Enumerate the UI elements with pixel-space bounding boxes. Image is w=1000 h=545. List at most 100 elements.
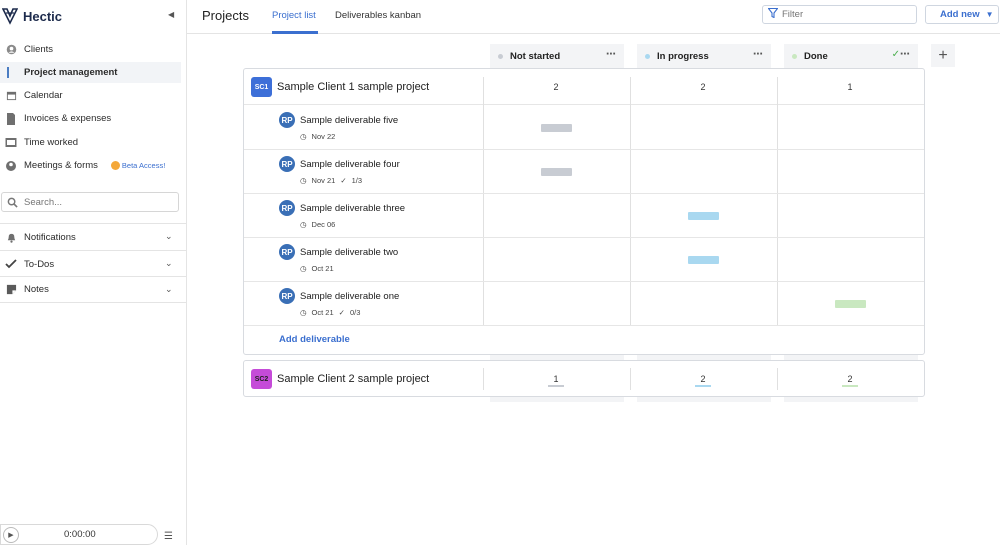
add-deliverable-link[interactable]: Add deliverable: [279, 334, 350, 345]
deliverable-row[interactable]: RP Sample deliverable five ◷ Nov 22: [244, 106, 924, 150]
sidebar-item-label: Clients: [24, 44, 54, 55]
chevron-down-icon[interactable]: ⌄: [165, 231, 173, 242]
count-not-started: 1: [553, 374, 559, 384]
project-card: SC2 Sample Client 2 sample project 1 2 2: [243, 360, 925, 397]
filter-box[interactable]: [762, 5, 917, 24]
search-input[interactable]: [24, 196, 164, 208]
count-in-progress: 2: [700, 82, 706, 92]
search-icon: [6, 196, 18, 208]
clock-icon: ◷: [300, 176, 307, 185]
collapse-sidebar-icon[interactable]: ◀: [168, 10, 174, 19]
column-label: Not started: [510, 50, 561, 62]
column-label: In progress: [657, 50, 709, 62]
deliverable-meta: ◷ Dec 06: [300, 220, 335, 229]
task-count: 0/3: [349, 308, 361, 317]
caret-down-icon: ▼: [985, 10, 994, 19]
section-notifications[interactable]: Notifications ⌄: [0, 223, 186, 250]
app-name: Hectic: [23, 8, 63, 24]
section-notes[interactable]: Notes ⌄: [0, 276, 186, 303]
column-label: Done: [804, 50, 828, 62]
task-count: 1/3: [351, 176, 363, 185]
status-dot: [792, 53, 797, 59]
play-icon[interactable]: ▶: [3, 526, 19, 543]
user-circle-icon: [5, 44, 17, 56]
clock-icon: ◷: [300, 220, 307, 229]
project-name[interactable]: Sample Client 1 sample project: [277, 81, 429, 93]
deliverable-name[interactable]: Sample deliverable three: [300, 203, 405, 214]
more-options-icon[interactable]: ⋯: [753, 49, 763, 60]
deliverable-name[interactable]: Sample deliverable one: [300, 291, 399, 302]
filter-input[interactable]: [782, 9, 902, 20]
column-header-not-started[interactable]: Not started ⋯: [490, 44, 624, 68]
app-logo[interactable]: Hectic: [2, 6, 62, 26]
sidebar-item-time-worked[interactable]: Time worked: [0, 132, 181, 153]
count-not-started: 2: [553, 82, 559, 92]
deliverable-row[interactable]: RP Sample deliverable two ◷ Oct 21: [244, 238, 924, 282]
add-new-button[interactable]: Add new ▼: [925, 5, 999, 24]
due-date: Dec 06: [311, 220, 336, 229]
column-header-in-progress[interactable]: In progress ⋯: [637, 44, 771, 68]
deliverable-row[interactable]: RP Sample deliverable three ◷ Dec 06: [244, 194, 924, 238]
top-bar: Projects Project list Deliverables kanba…: [187, 0, 1000, 34]
avatar: RP: [279, 156, 295, 172]
meeting-icon: [5, 160, 17, 172]
list-icon[interactable]: ☰: [164, 531, 173, 542]
chevron-down-icon[interactable]: ⌄: [165, 284, 173, 295]
project-icon: [5, 67, 17, 79]
active-tab-indicator: [272, 31, 318, 34]
deliverable-name[interactable]: Sample deliverable five: [300, 115, 398, 126]
section-label: Notifications: [24, 231, 76, 243]
column-header-done[interactable]: Done ✓ ⋯: [784, 44, 918, 68]
deliverable-row[interactable]: RP Sample deliverable one ◷ Oct 21 ✓ 0/3: [244, 282, 924, 326]
deliverable-name[interactable]: Sample deliverable two: [300, 247, 398, 258]
status-bar-done: [835, 300, 866, 308]
sidebar-item-clients[interactable]: Clients: [0, 39, 181, 60]
more-options-icon[interactable]: ⋯: [606, 49, 616, 60]
project-header[interactable]: SC1 Sample Client 1 sample project 2 2 1: [244, 69, 924, 105]
add-column-button[interactable]: +: [931, 44, 955, 67]
beta-label: Beta Access!: [121, 161, 166, 170]
due-date: Nov 22: [311, 132, 336, 141]
plus-icon: +: [938, 46, 948, 64]
check-icon: ✓: [340, 176, 347, 185]
deliverable-row[interactable]: RP Sample deliverable four ◷ Nov 21 ✓ 1/3: [244, 150, 924, 194]
sidebar-item-calendar[interactable]: Calendar: [0, 85, 181, 106]
chevron-down-icon[interactable]: ⌄: [165, 258, 173, 269]
project-name[interactable]: Sample Client 2 sample project: [277, 373, 429, 385]
timer-widget: ▶ 0:00:00: [0, 524, 158, 545]
status-underline-done: [842, 385, 858, 387]
hectic-logo-icon: [2, 8, 18, 25]
note-icon: [5, 284, 17, 296]
due-date: Oct 21: [311, 264, 334, 273]
deliverable-name[interactable]: Sample deliverable four: [300, 159, 400, 170]
sidebar-item-label: Invoices & expenses: [24, 113, 112, 124]
check-icon: ✓: [338, 308, 345, 317]
section-todos[interactable]: To-Dos ⌄: [0, 250, 186, 277]
status-bar-not-started: [541, 124, 572, 132]
project-header[interactable]: SC2 Sample Client 2 sample project 1 2 2: [244, 361, 924, 397]
due-date: Nov 21: [311, 176, 336, 185]
deliverable-meta: ◷ Nov 21 ✓ 1/3: [300, 176, 362, 185]
filter-icon: [767, 7, 779, 21]
deliverable-meta: ◷ Nov 22: [300, 132, 335, 141]
client-badge: SC2: [251, 369, 272, 389]
more-options-icon[interactable]: ⋯: [900, 49, 910, 60]
status-bar-not-started: [541, 168, 572, 176]
status-dot: [498, 53, 503, 59]
tab-project-list[interactable]: Project list: [272, 10, 316, 21]
sidebar-search[interactable]: [1, 192, 179, 212]
status-underline-not-started: [548, 385, 564, 387]
bell-icon: [5, 231, 17, 243]
column-divider: [483, 368, 484, 390]
tab-deliverables-kanban[interactable]: Deliverables kanban: [335, 10, 421, 21]
beta-access-link[interactable]: Beta Access!: [110, 161, 166, 170]
sidebar-item-project-management[interactable]: Project management: [0, 62, 181, 83]
sidebar-item-meetings[interactable]: Meetings & forms Beta Access!: [0, 155, 181, 176]
sidebar-item-invoices[interactable]: Invoices & expenses: [0, 108, 181, 129]
due-date: Oct 21: [311, 308, 334, 317]
project-card: SC1 Sample Client 1 sample project 2 2 1…: [243, 68, 925, 355]
column-divider: [630, 368, 631, 390]
page-title: Projects: [202, 8, 249, 23]
sidebar-item-label: Calendar: [24, 90, 63, 101]
sidebar-item-label: Project management: [24, 67, 118, 78]
